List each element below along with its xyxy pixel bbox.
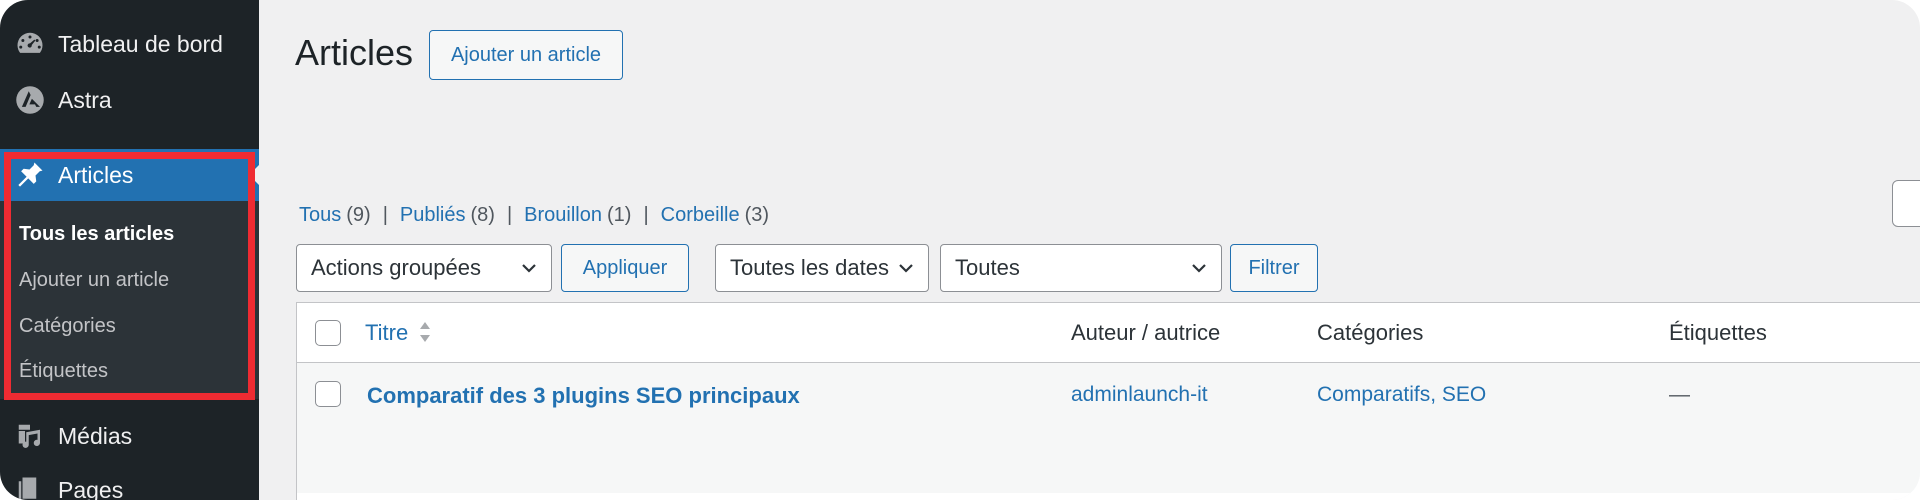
view-published-count: (8)	[470, 204, 495, 226]
category-filter-select[interactable]: Toutes	[940, 244, 1222, 292]
sidebar-item-label: Tableau de bord	[58, 30, 223, 57]
sidebar-item-label: Astra	[58, 86, 112, 113]
app-frame: Tableau de bord Astra Articles Tous les …	[0, 0, 1920, 500]
post-title-link[interactable]: Comparatif des 3 plugins SEO principaux	[367, 383, 800, 409]
column-author-header: Auteur / autrice	[1071, 320, 1221, 345]
view-all-link[interactable]: Tous	[299, 204, 341, 227]
apply-button[interactable]: Appliquer	[561, 244, 689, 292]
post-tags-value: —	[1669, 383, 1690, 406]
view-all-count: (9)	[346, 204, 371, 226]
view-trash-count: (3)	[744, 204, 770, 226]
view-trash-link[interactable]: Corbeille	[661, 204, 740, 227]
astra-logo-icon	[13, 83, 47, 117]
articles-submenu: Tous les articles Ajouter un article Cat…	[0, 201, 259, 399]
pages-icon	[13, 473, 47, 500]
view-published-link[interactable]: Publiés	[400, 204, 466, 227]
post-status-filter: Tous (9) | Publiés (8) | Brouillon (1) |…	[299, 204, 769, 227]
column-tags-header: Étiquettes	[1669, 320, 1767, 345]
column-title-header[interactable]: Titre	[365, 320, 408, 346]
dashboard-icon	[13, 27, 47, 61]
bulk-actions-value: Actions groupées	[311, 255, 481, 280]
bulk-actions-select[interactable]: Actions groupées	[296, 244, 552, 292]
chevron-down-icon	[899, 264, 913, 273]
sidebar-item-label: Pages	[58, 476, 124, 500]
separator: |	[506, 204, 513, 226]
chevron-down-icon	[522, 264, 536, 273]
sidebar-item-media[interactable]: Médias	[0, 412, 259, 460]
filter-button[interactable]: Filtrer	[1230, 244, 1318, 292]
column-categories-header: Catégories	[1317, 320, 1424, 345]
table-header: Titre Auteur / autrice Catégories Étique…	[297, 303, 1920, 363]
view-draft-link[interactable]: Brouillon	[524, 204, 602, 227]
date-filter-value: Toutes les dates	[730, 255, 889, 280]
submenu-item-tags[interactable]: Étiquettes	[19, 360, 108, 383]
sidebar-item-label: Médias	[58, 422, 133, 449]
post-categories-link[interactable]: Comparatifs, SEO	[1317, 383, 1486, 407]
separator: |	[643, 204, 649, 226]
search-input[interactable]	[1892, 180, 1920, 227]
submenu-item-all-posts[interactable]: Tous les articles	[19, 223, 174, 246]
category-filter-value: Toutes	[955, 255, 1020, 280]
admin-sidebar: Tableau de bord Astra Articles Tous les …	[0, 0, 259, 500]
sort-icon[interactable]	[417, 318, 433, 346]
pin-icon	[13, 158, 47, 192]
row-checkbox[interactable]	[315, 381, 341, 407]
view-draft-count: (1)	[607, 204, 632, 226]
sidebar-item-label: Articles	[58, 161, 134, 188]
post-author-link[interactable]: adminlaunch-it	[1071, 383, 1208, 407]
submenu-item-categories[interactable]: Catégories	[19, 315, 116, 338]
posts-table: Titre Auteur / autrice Catégories Étique…	[296, 302, 1920, 500]
chevron-down-icon	[1192, 264, 1206, 273]
table-row: Comparatif des 3 plugins SEO principaux …	[297, 363, 1920, 493]
page-title: Articles	[295, 32, 414, 73]
date-filter-select[interactable]: Toutes les dates	[715, 244, 929, 292]
media-icon	[13, 419, 47, 453]
active-indicator-arrow	[249, 165, 259, 185]
add-post-button[interactable]: Ajouter un article	[429, 30, 623, 80]
separator: |	[382, 204, 388, 226]
sidebar-item-astra[interactable]: Astra	[0, 76, 259, 124]
sidebar-item-articles[interactable]: Articles	[0, 149, 259, 201]
sidebar-item-pages[interactable]: Pages	[0, 466, 259, 500]
select-all-checkbox[interactable]	[315, 320, 341, 346]
sidebar-item-dashboard[interactable]: Tableau de bord	[0, 20, 259, 68]
submenu-item-add-post[interactable]: Ajouter un article	[19, 269, 169, 292]
